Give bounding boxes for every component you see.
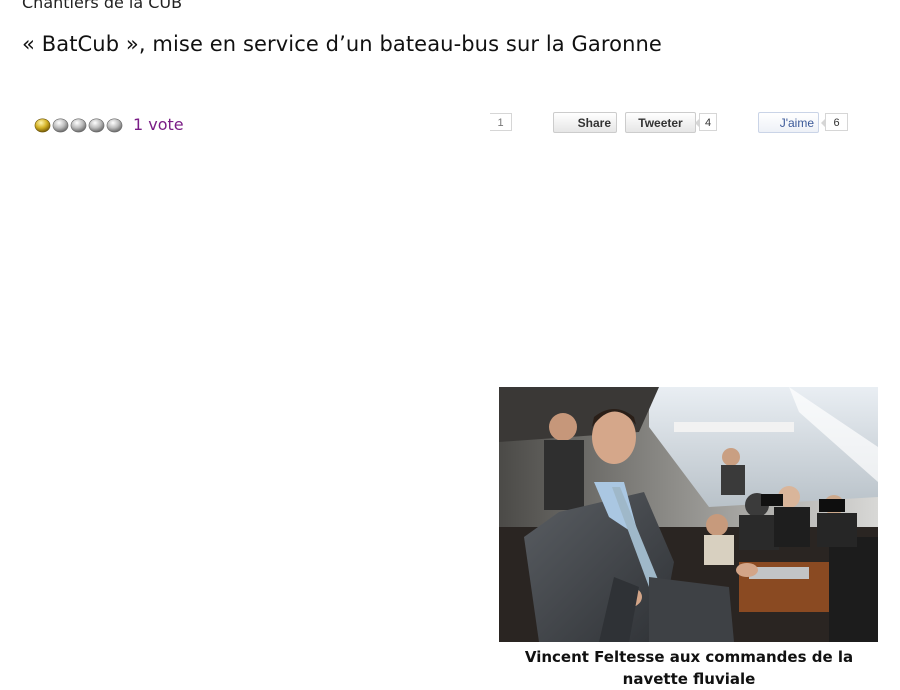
breadcrumb[interactable]: Chantiers de la CUB <box>22 0 182 12</box>
tweet-button[interactable]: Tweeter <box>625 112 696 133</box>
photo-caption: Vincent Feltesse aux commandes de la nav… <box>524 648 854 688</box>
rating-star-2-icon[interactable] <box>52 116 69 133</box>
vote-count: 1 vote <box>133 115 184 134</box>
share-button[interactable]: Share <box>553 112 617 133</box>
share-count: 1 <box>490 113 512 131</box>
article-photo-figure: Vincent Feltesse aux commandes de la nav… <box>499 387 879 690</box>
tweet-count: 4 <box>695 113 717 131</box>
rating-star-3-icon[interactable] <box>70 116 87 133</box>
rating-star-5-icon[interactable] <box>106 116 123 133</box>
like-count: 6 <box>821 113 848 131</box>
page-title: « BatCub », mise en service d’un bateau-… <box>22 32 662 56</box>
article-photo[interactable] <box>499 387 878 642</box>
rating-star-1-icon[interactable] <box>34 116 51 133</box>
rating-stars[interactable] <box>34 116 124 133</box>
rating-star-4-icon[interactable] <box>88 116 105 133</box>
rating-widget: 1 vote <box>34 115 184 134</box>
like-button[interactable]: J'aime <box>758 112 819 133</box>
